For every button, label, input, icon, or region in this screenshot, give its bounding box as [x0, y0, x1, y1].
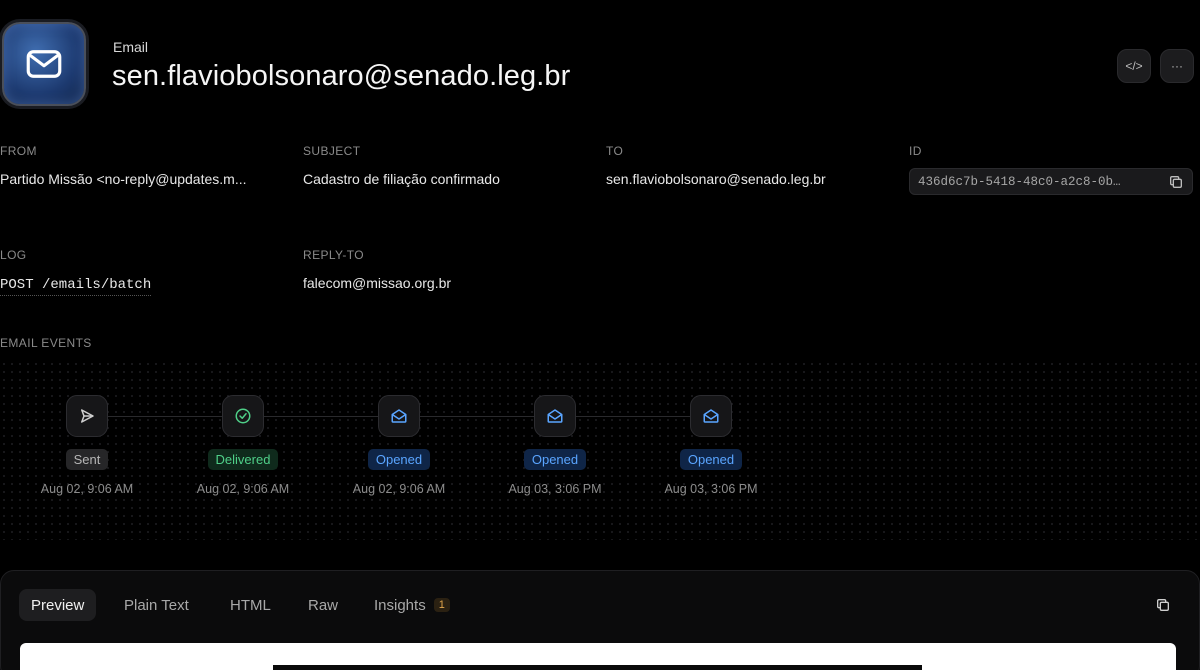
tab-label: Preview [31, 596, 85, 614]
page-title: sen.flaviobolsonaro@senado.leg.br [112, 60, 571, 92]
event-opened: Opened Aug 03, 3:06 PM [631, 395, 791, 496]
event-time: Aug 03, 3:06 PM [508, 482, 602, 496]
mail-open-icon [690, 395, 732, 437]
tab-insights[interactable]: Insights 1 [362, 589, 462, 621]
email-preview-header-bar [273, 665, 922, 670]
status-badge: Opened [523, 449, 587, 470]
insights-count-badge: 1 [433, 598, 450, 612]
more-icon: ··· [1171, 59, 1183, 73]
email-detail-page: Email sen.flaviobolsonaro@senado.leg.br … [0, 0, 1200, 670]
tab-label: HTML [230, 596, 271, 614]
code-button[interactable]: </> [1117, 49, 1151, 83]
reply-to-value: falecom@missao.org.br [303, 275, 452, 291]
more-options-button[interactable]: ··· [1160, 49, 1194, 83]
status-badge: Opened [367, 449, 431, 470]
mail-open-icon [378, 395, 420, 437]
from-value: Partido Missão <no-reply@updates.m... [0, 171, 247, 187]
tab-plain-text[interactable]: Plain Text [112, 589, 201, 621]
event-sent: Sent Aug 02, 9:06 AM [7, 395, 167, 496]
status-badge: Opened [679, 449, 743, 470]
mail-open-icon [534, 395, 576, 437]
to-value: sen.flaviobolsonaro@senado.leg.br [606, 171, 826, 187]
check-circle-icon [222, 395, 264, 437]
subject-label: SUBJECT [303, 144, 361, 158]
email-events-label: EMAIL EVENTS [0, 336, 92, 350]
id-value: 436d6c7b-5418-48c0-a2c8-0b… [918, 174, 1121, 189]
status-badge: Delivered [207, 449, 279, 470]
tab-html[interactable]: HTML [218, 589, 283, 621]
event-time: Aug 03, 3:06 PM [664, 482, 758, 496]
page-kicker: Email [113, 39, 149, 55]
event-opened: Opened Aug 03, 3:06 PM [475, 395, 635, 496]
tab-raw[interactable]: Raw [296, 589, 350, 621]
subject-value: Cadastro de filiação confirmado [303, 171, 500, 187]
reply-to-label: REPLY-TO [303, 248, 365, 262]
id-field[interactable]: 436d6c7b-5418-48c0-a2c8-0b… [909, 168, 1193, 195]
tab-preview[interactable]: Preview [19, 589, 97, 621]
tab-label: Plain Text [124, 596, 189, 614]
log-link[interactable]: POST /emails/batch [0, 277, 152, 296]
copy-icon[interactable] [1155, 597, 1171, 613]
copy-icon[interactable] [1168, 174, 1184, 190]
to-label: TO [606, 144, 624, 158]
tab-label: Insights [374, 596, 426, 614]
event-delivered: Delivered Aug 02, 9:06 AM [163, 395, 323, 496]
log-label: LOG [0, 248, 27, 262]
tab-label: Raw [308, 596, 339, 614]
status-badge: Sent [65, 449, 109, 470]
id-label: ID [909, 144, 922, 158]
code-icon: </> [1125, 59, 1143, 73]
event-opened: Opened Aug 02, 9:06 AM [319, 395, 479, 496]
event-time: Aug 02, 9:06 AM [196, 482, 290, 496]
event-time: Aug 02, 9:06 AM [40, 482, 134, 496]
envelope-icon [2, 22, 86, 106]
event-time: Aug 02, 9:06 AM [352, 482, 446, 496]
from-label: FROM [0, 144, 37, 158]
send-icon [66, 395, 108, 437]
